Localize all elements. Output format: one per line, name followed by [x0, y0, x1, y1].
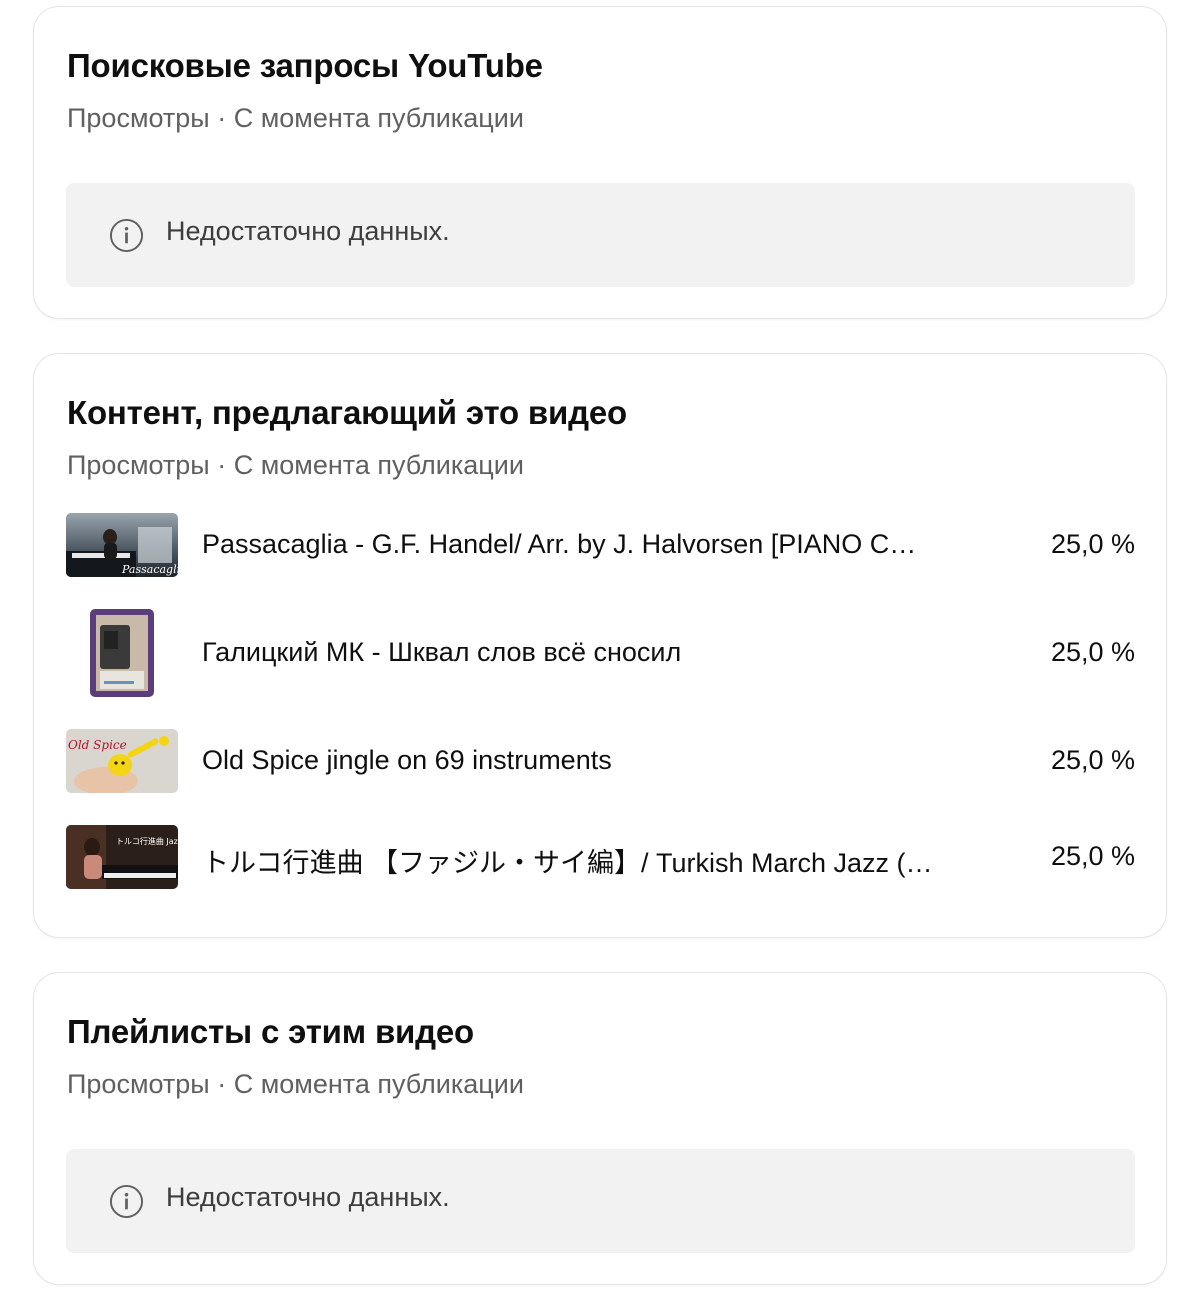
percentage-value: 25,0 % — [1050, 745, 1135, 775]
thumbnail-caption: トルコ行進曲 Jazz — [116, 836, 178, 846]
thumbnail-caption: Passacaglia — [121, 563, 178, 576]
card-subtitle: Просмотры · С момента публикации — [67, 103, 524, 133]
list-item[interactable]: トルコ行進曲 Jazz トルコ行進曲 【ファジル・サイ編】/ Turkish M… — [66, 825, 1135, 891]
video-thumbnail[interactable]: Passacaglia — [66, 513, 178, 577]
suggesting-content-card: Контент, предлагающий это видео Просмотр… — [33, 353, 1167, 938]
video-title[interactable]: Галицкий МК - Шквал слов всё сносил — [202, 637, 937, 668]
percentage-value: 25,0 % — [1050, 637, 1135, 667]
percentage-value: 25,0 % — [1050, 529, 1135, 559]
video-thumbnail[interactable]: Old Spice — [66, 729, 178, 793]
card-subtitle: Просмотры · С момента публикации — [67, 450, 524, 480]
video-title[interactable]: Old Spice jingle on 69 instruments — [202, 745, 937, 776]
no-data-text: Недостаточно данных. — [166, 1182, 450, 1212]
card-title: Плейлисты с этим видео — [67, 1013, 474, 1050]
thumbnail-caption: Old Spice — [68, 738, 127, 752]
list-item[interactable]: Passacaglia Passacaglia - G.F. Handel/ A… — [66, 513, 1135, 579]
no-data-banner: Недостаточно данных. — [66, 183, 1135, 287]
video-thumbnail[interactable] — [90, 609, 154, 697]
card-title: Контент, предлагающий это видео — [67, 394, 627, 431]
video-thumbnail[interactable]: トルコ行進曲 Jazz — [66, 825, 178, 889]
no-data-text: Недостаточно данных. — [166, 216, 450, 246]
video-title[interactable]: トルコ行進曲 【ファジル・サイ編】/ Turkish March Jazz (F… — [202, 841, 937, 880]
no-data-banner: Недостаточно данных. — [66, 1149, 1135, 1253]
card-title: Поисковые запросы YouTube — [67, 47, 543, 84]
info-icon — [109, 1184, 144, 1219]
card-subtitle: Просмотры · С момента публикации — [67, 1069, 524, 1099]
percentage-value: 25,0 % — [1050, 841, 1135, 871]
list-item[interactable]: Old Spice Old Spice jingle on 69 instrum… — [66, 729, 1135, 795]
list-item[interactable]: Галицкий МК - Шквал слов всё сносил 25,0… — [66, 609, 1135, 699]
playlists-card: Плейлисты с этим видео Просмотры · С мом… — [33, 972, 1167, 1285]
video-title[interactable]: Passacaglia - G.F. Handel/ Arr. by J. Ha… — [202, 529, 937, 560]
youtube-search-card: Поисковые запросы YouTube Просмотры · С … — [33, 6, 1167, 319]
info-icon — [109, 218, 144, 253]
